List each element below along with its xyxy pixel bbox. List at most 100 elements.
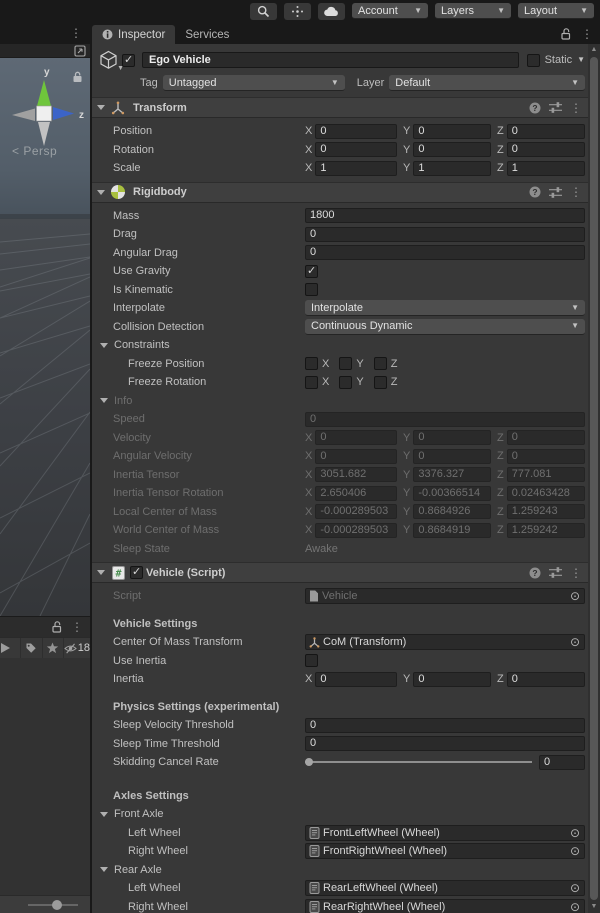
property-dropdown[interactable]: Continuous Dynamic ▼ — [305, 318, 585, 335]
z-value-field[interactable]: 0.02463428 — [506, 485, 585, 501]
cloud-button[interactable] — [318, 2, 345, 20]
tag-dropdown[interactable]: Untagged ▼ — [162, 75, 345, 91]
value-field[interactable]: 0 — [305, 717, 585, 733]
x-value-field[interactable]: 1 — [315, 160, 397, 176]
z-value-field[interactable]: 0 — [506, 430, 585, 446]
scene-visibility-cell[interactable]: 18 — [63, 638, 90, 658]
static-checkbox[interactable] — [526, 53, 540, 67]
search-button[interactable] — [250, 2, 277, 20]
axis-checkbox[interactable] — [305, 375, 318, 389]
foldout-row[interactable]: Front Axle — [92, 805, 588, 824]
x-value-field[interactable]: 3051.682 — [315, 467, 397, 483]
presets-icon[interactable] — [549, 567, 562, 578]
gameobject-icon[interactable]: ▼ — [98, 50, 124, 72]
maximize-icon[interactable] — [74, 44, 86, 57]
tab-inspector[interactable]: Inspector — [92, 25, 176, 44]
property-checkbox[interactable]: ✓ — [305, 264, 318, 278]
object-picker-icon[interactable]: ⊙ — [570, 901, 580, 913]
y-value-field[interactable]: 0 — [413, 430, 491, 446]
value-field[interactable]: 0 — [305, 736, 585, 752]
zoom-slider-handle[interactable] — [52, 900, 62, 910]
y-value-field[interactable]: 0.8684926 — [413, 504, 491, 520]
z-value-field[interactable]: 777.081 — [506, 467, 585, 483]
component-header[interactable]: Rigidbody? ⋮ — [92, 181, 588, 203]
object-picker-icon[interactable]: ⊙ — [570, 590, 580, 602]
foldout-row[interactable]: Constraints — [92, 336, 588, 355]
property-checkbox[interactable] — [305, 283, 318, 297]
y-value-field[interactable]: 0 — [413, 123, 491, 139]
axis-checkbox[interactable] — [305, 357, 318, 371]
inspector-scrollbar[interactable]: ▲ ▼ — [588, 44, 600, 913]
axis-checkbox[interactable] — [339, 357, 353, 371]
kebab-menu-icon[interactable]: ⋮ — [71, 621, 83, 633]
x-value-field[interactable]: -0.000289503 — [315, 522, 397, 538]
value-field[interactable]: 0 — [305, 226, 585, 242]
x-value-field[interactable]: 0 — [315, 142, 397, 158]
value-field[interactable]: 0 — [305, 411, 585, 427]
kebab-menu-icon[interactable]: ⋮ — [570, 567, 582, 579]
unlock-icon[interactable] — [52, 621, 63, 633]
axis-checkbox[interactable] — [339, 375, 353, 389]
account-dropdown[interactable]: Account ▼ — [352, 3, 428, 19]
gizmo-axis-cone-down[interactable] — [38, 122, 50, 146]
z-value-field[interactable]: 0 — [506, 671, 585, 687]
z-value-field[interactable]: 1.259242 — [506, 522, 585, 538]
lock-icon[interactable] — [72, 71, 83, 83]
component-header[interactable]: Transform? ⋮ — [92, 97, 588, 118]
value-field[interactable]: 1800 — [305, 208, 585, 224]
object-picker-icon[interactable]: ⊙ — [570, 882, 580, 894]
gizmo-axis-z-cone[interactable] — [53, 107, 74, 120]
object-picker-icon[interactable]: ⊙ — [570, 827, 580, 839]
scene-view-viewport[interactable]: y z < Persp — [0, 58, 90, 616]
static-dropdown-icon[interactable]: ▼ — [577, 56, 585, 64]
x-value-field[interactable]: 0 — [315, 430, 397, 446]
slider-handle[interactable] — [305, 758, 313, 767]
y-value-field[interactable]: 1 — [413, 160, 491, 176]
layout-dropdown[interactable]: Layout ▼ — [518, 3, 594, 19]
kebab-menu-icon[interactable]: ⋮ — [570, 102, 582, 114]
active-checkbox[interactable]: ✓ — [122, 53, 135, 67]
object-picker-icon[interactable]: ⊙ — [570, 845, 580, 857]
foldout-arrow-icon[interactable] — [97, 570, 105, 575]
y-value-field[interactable]: -0.00366514 — [413, 485, 491, 501]
kebab-menu-icon[interactable]: ⋮ — [581, 28, 593, 40]
x-value-field[interactable]: 0 — [315, 671, 397, 687]
x-value-field[interactable]: 0 — [315, 123, 397, 139]
foldout-row[interactable]: Rear Axle — [92, 861, 588, 880]
property-checkbox[interactable] — [305, 654, 318, 668]
z-value-field[interactable]: 0 — [506, 448, 585, 464]
help-icon[interactable]: ? — [529, 102, 541, 114]
object-field[interactable]: RearLeftWheel (Wheel) ⊙ — [305, 880, 585, 897]
x-value-field[interactable]: -0.000289503 — [315, 504, 397, 520]
slider-track[interactable] — [305, 758, 532, 767]
scrollbar-thumb[interactable] — [590, 57, 598, 900]
object-field[interactable]: Vehicle ⊙ — [305, 588, 585, 605]
clipped-icon-cell[interactable] — [0, 638, 22, 658]
axis-checkbox[interactable] — [373, 375, 387, 389]
y-value-field[interactable]: 3376.327 — [413, 467, 491, 483]
bottom-panel-body[interactable] — [0, 658, 90, 895]
kebab-menu-icon[interactable]: ⋮ — [570, 186, 582, 198]
layer-dropdown[interactable]: Default ▼ — [389, 75, 585, 91]
tab-services[interactable]: Services — [175, 25, 239, 44]
presets-icon[interactable] — [549, 186, 562, 198]
help-icon[interactable]: ? — [529, 186, 541, 198]
y-value-field[interactable]: 0 — [413, 671, 491, 687]
unlock-icon[interactable] — [561, 28, 572, 40]
z-value-field[interactable]: 1 — [506, 160, 585, 176]
object-field[interactable]: FrontLeftWheel (Wheel) ⊙ — [305, 824, 585, 841]
z-value-field[interactable]: 0 — [506, 142, 585, 158]
persp-label[interactable]: < Persp — [12, 144, 57, 158]
y-value-field[interactable]: 0 — [413, 448, 491, 464]
object-field[interactable]: CoM (Transform) ⊙ — [305, 634, 585, 651]
y-value-field[interactable]: 0 — [413, 142, 491, 158]
help-icon[interactable]: ? — [529, 567, 541, 579]
enable-checkbox[interactable]: ✓ — [130, 566, 143, 579]
y-value-field[interactable]: 0.8684919 — [413, 522, 491, 538]
z-value-field[interactable]: 0 — [506, 123, 585, 139]
layers-dropdown[interactable]: Layers ▼ — [435, 3, 511, 19]
tag-filter-cell[interactable] — [21, 638, 43, 658]
gameobject-name-field[interactable]: Ego Vehicle — [142, 52, 519, 68]
z-value-field[interactable]: 1.259243 — [506, 504, 585, 520]
property-dropdown[interactable]: Interpolate ▼ — [305, 300, 585, 317]
